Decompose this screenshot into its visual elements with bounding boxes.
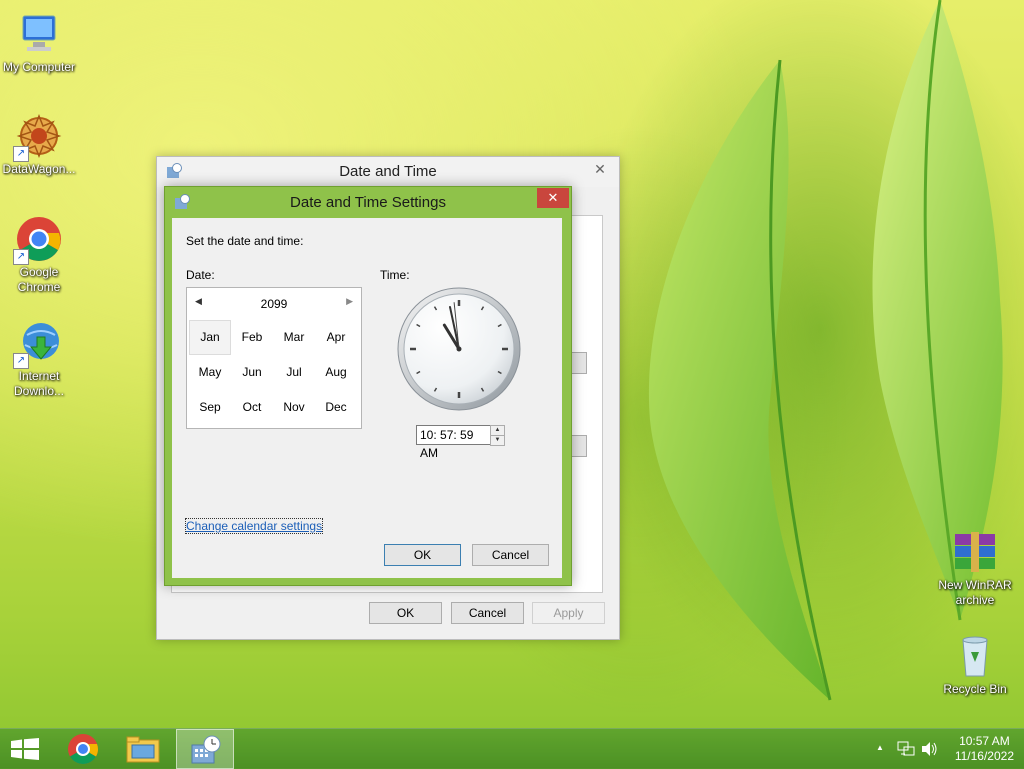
month-cell[interactable]: Oct — [231, 390, 273, 425]
calendar-year[interactable]: 2099 — [187, 297, 361, 311]
shortcut-arrow-icon: ↗ — [13, 146, 29, 162]
month-cell[interactable]: Aug — [315, 355, 357, 390]
month-cell[interactable]: Mar — [273, 320, 315, 355]
desktop-icon-my-computer[interactable]: My Computer — [1, 10, 77, 75]
desktop-icon-label: New WinRAR archive — [938, 578, 1012, 607]
dialog-titlebar[interactable]: Date and Time Settings ✕ — [165, 187, 571, 217]
cancel-button[interactable]: Cancel — [451, 602, 524, 624]
next-arrow-icon[interactable]: ▶ — [346, 296, 353, 307]
volume-icon[interactable] — [921, 741, 939, 757]
chrome-icon: ↗ — [13, 215, 63, 265]
taskbar-chrome[interactable] — [54, 729, 112, 769]
dialog-body: Set the date and time: Date: Time: ◀ 209… — [172, 218, 562, 578]
window-title: Date and Time — [339, 163, 437, 180]
start-button[interactable] — [0, 729, 50, 769]
time-spinner[interactable]: ▲ ▼ — [490, 425, 505, 446]
dialog-title: Date and Time Settings — [290, 194, 446, 211]
month-cell[interactable]: Dec — [315, 390, 357, 425]
month-grid: Jan Feb Mar Apr May Jun Jul Aug Sep Oct … — [189, 320, 359, 425]
desktop-icon-internet-download-manager[interactable]: ↗ Internet Downlo... — [1, 319, 77, 399]
close-icon[interactable]: ✕ — [589, 160, 611, 178]
taskbar-clock[interactable]: 10:57 AM 11/16/2022 — [955, 734, 1014, 764]
clock-time: 10:57 AM — [959, 734, 1010, 748]
datawagon-icon: ↗ — [13, 112, 63, 162]
month-cell[interactable]: Jul — [273, 355, 315, 390]
month-cell[interactable]: Sep — [189, 390, 231, 425]
month-cell[interactable]: Feb — [231, 320, 273, 355]
computer-icon — [15, 10, 63, 58]
calendar-header: ◀ 2099 ▶ — [187, 288, 361, 318]
desktop-icon-winrar-archive[interactable]: New WinRAR archive — [937, 528, 1013, 608]
month-cell[interactable]: Jun — [231, 355, 273, 390]
taskbar: ▲ 10:57 AM 11/16/2022 — [0, 728, 1024, 769]
instruction-text: Set the date and time: — [186, 234, 304, 248]
desktop-icon-datawagon[interactable]: ↗ DataWagon... — [1, 112, 77, 177]
analog-clock — [397, 287, 521, 411]
windows-logo-icon — [11, 738, 39, 760]
apply-button[interactable]: Apply — [532, 602, 605, 624]
desktop-icon-recycle-bin[interactable]: Recycle Bin — [937, 632, 1013, 697]
desktop-icon-google-chrome[interactable]: ↗ Google Chrome — [1, 215, 77, 295]
desktop-icon-label: Google Chrome — [17, 265, 61, 294]
folder-icon — [126, 736, 160, 763]
date-label: Date: — [186, 268, 215, 282]
clock-date: 11/16/2022 — [954, 749, 1014, 763]
month-cell[interactable]: May — [189, 355, 231, 390]
chrome-icon — [68, 734, 98, 765]
time-label: Time: — [380, 268, 410, 282]
idm-globe-icon: ↗ — [13, 319, 63, 369]
network-icon[interactable] — [897, 741, 915, 757]
change-calendar-settings-link[interactable]: Change calendar settings — [184, 518, 324, 534]
month-cell[interactable]: Jan — [189, 320, 231, 355]
desktop-icon-label: Internet Downlo... — [13, 369, 65, 398]
taskbar-file-explorer[interactable] — [114, 729, 172, 769]
date-time-app-icon — [191, 735, 221, 764]
shortcut-arrow-icon: ↗ — [13, 353, 29, 369]
desktop-icon-label: Recycle Bin — [943, 682, 1007, 696]
close-icon[interactable]: ✕ — [537, 188, 569, 208]
cancel-button[interactable]: Cancel — [472, 544, 549, 566]
winrar-books-icon — [951, 528, 999, 576]
spin-up-icon[interactable]: ▲ — [491, 426, 504, 435]
desktop-icon-label: DataWagon... — [2, 162, 76, 176]
window-titlebar[interactable]: Date and Time ✕ — [157, 157, 619, 187]
spin-down-icon[interactable]: ▼ — [491, 435, 504, 445]
shortcut-arrow-icon: ↗ — [13, 249, 29, 265]
show-hidden-icons-icon[interactable]: ▲ — [876, 743, 884, 752]
date-time-settings-dialog: Date and Time Settings ✕ Set the date an… — [164, 186, 572, 586]
taskbar-date-time[interactable] — [176, 729, 234, 769]
desktop-icon-label: My Computer — [2, 60, 76, 74]
ok-button[interactable]: OK — [369, 602, 442, 624]
calendar: ◀ 2099 ▶ Jan Feb Mar Apr May Jun Jul Aug… — [186, 287, 362, 429]
recycle-bin-icon — [951, 632, 999, 680]
month-cell[interactable]: Apr — [315, 320, 357, 355]
ok-button[interactable]: OK — [384, 544, 461, 566]
time-input[interactable]: 10: 57: 59 AM — [416, 425, 491, 460]
month-cell[interactable]: Nov — [273, 390, 315, 425]
